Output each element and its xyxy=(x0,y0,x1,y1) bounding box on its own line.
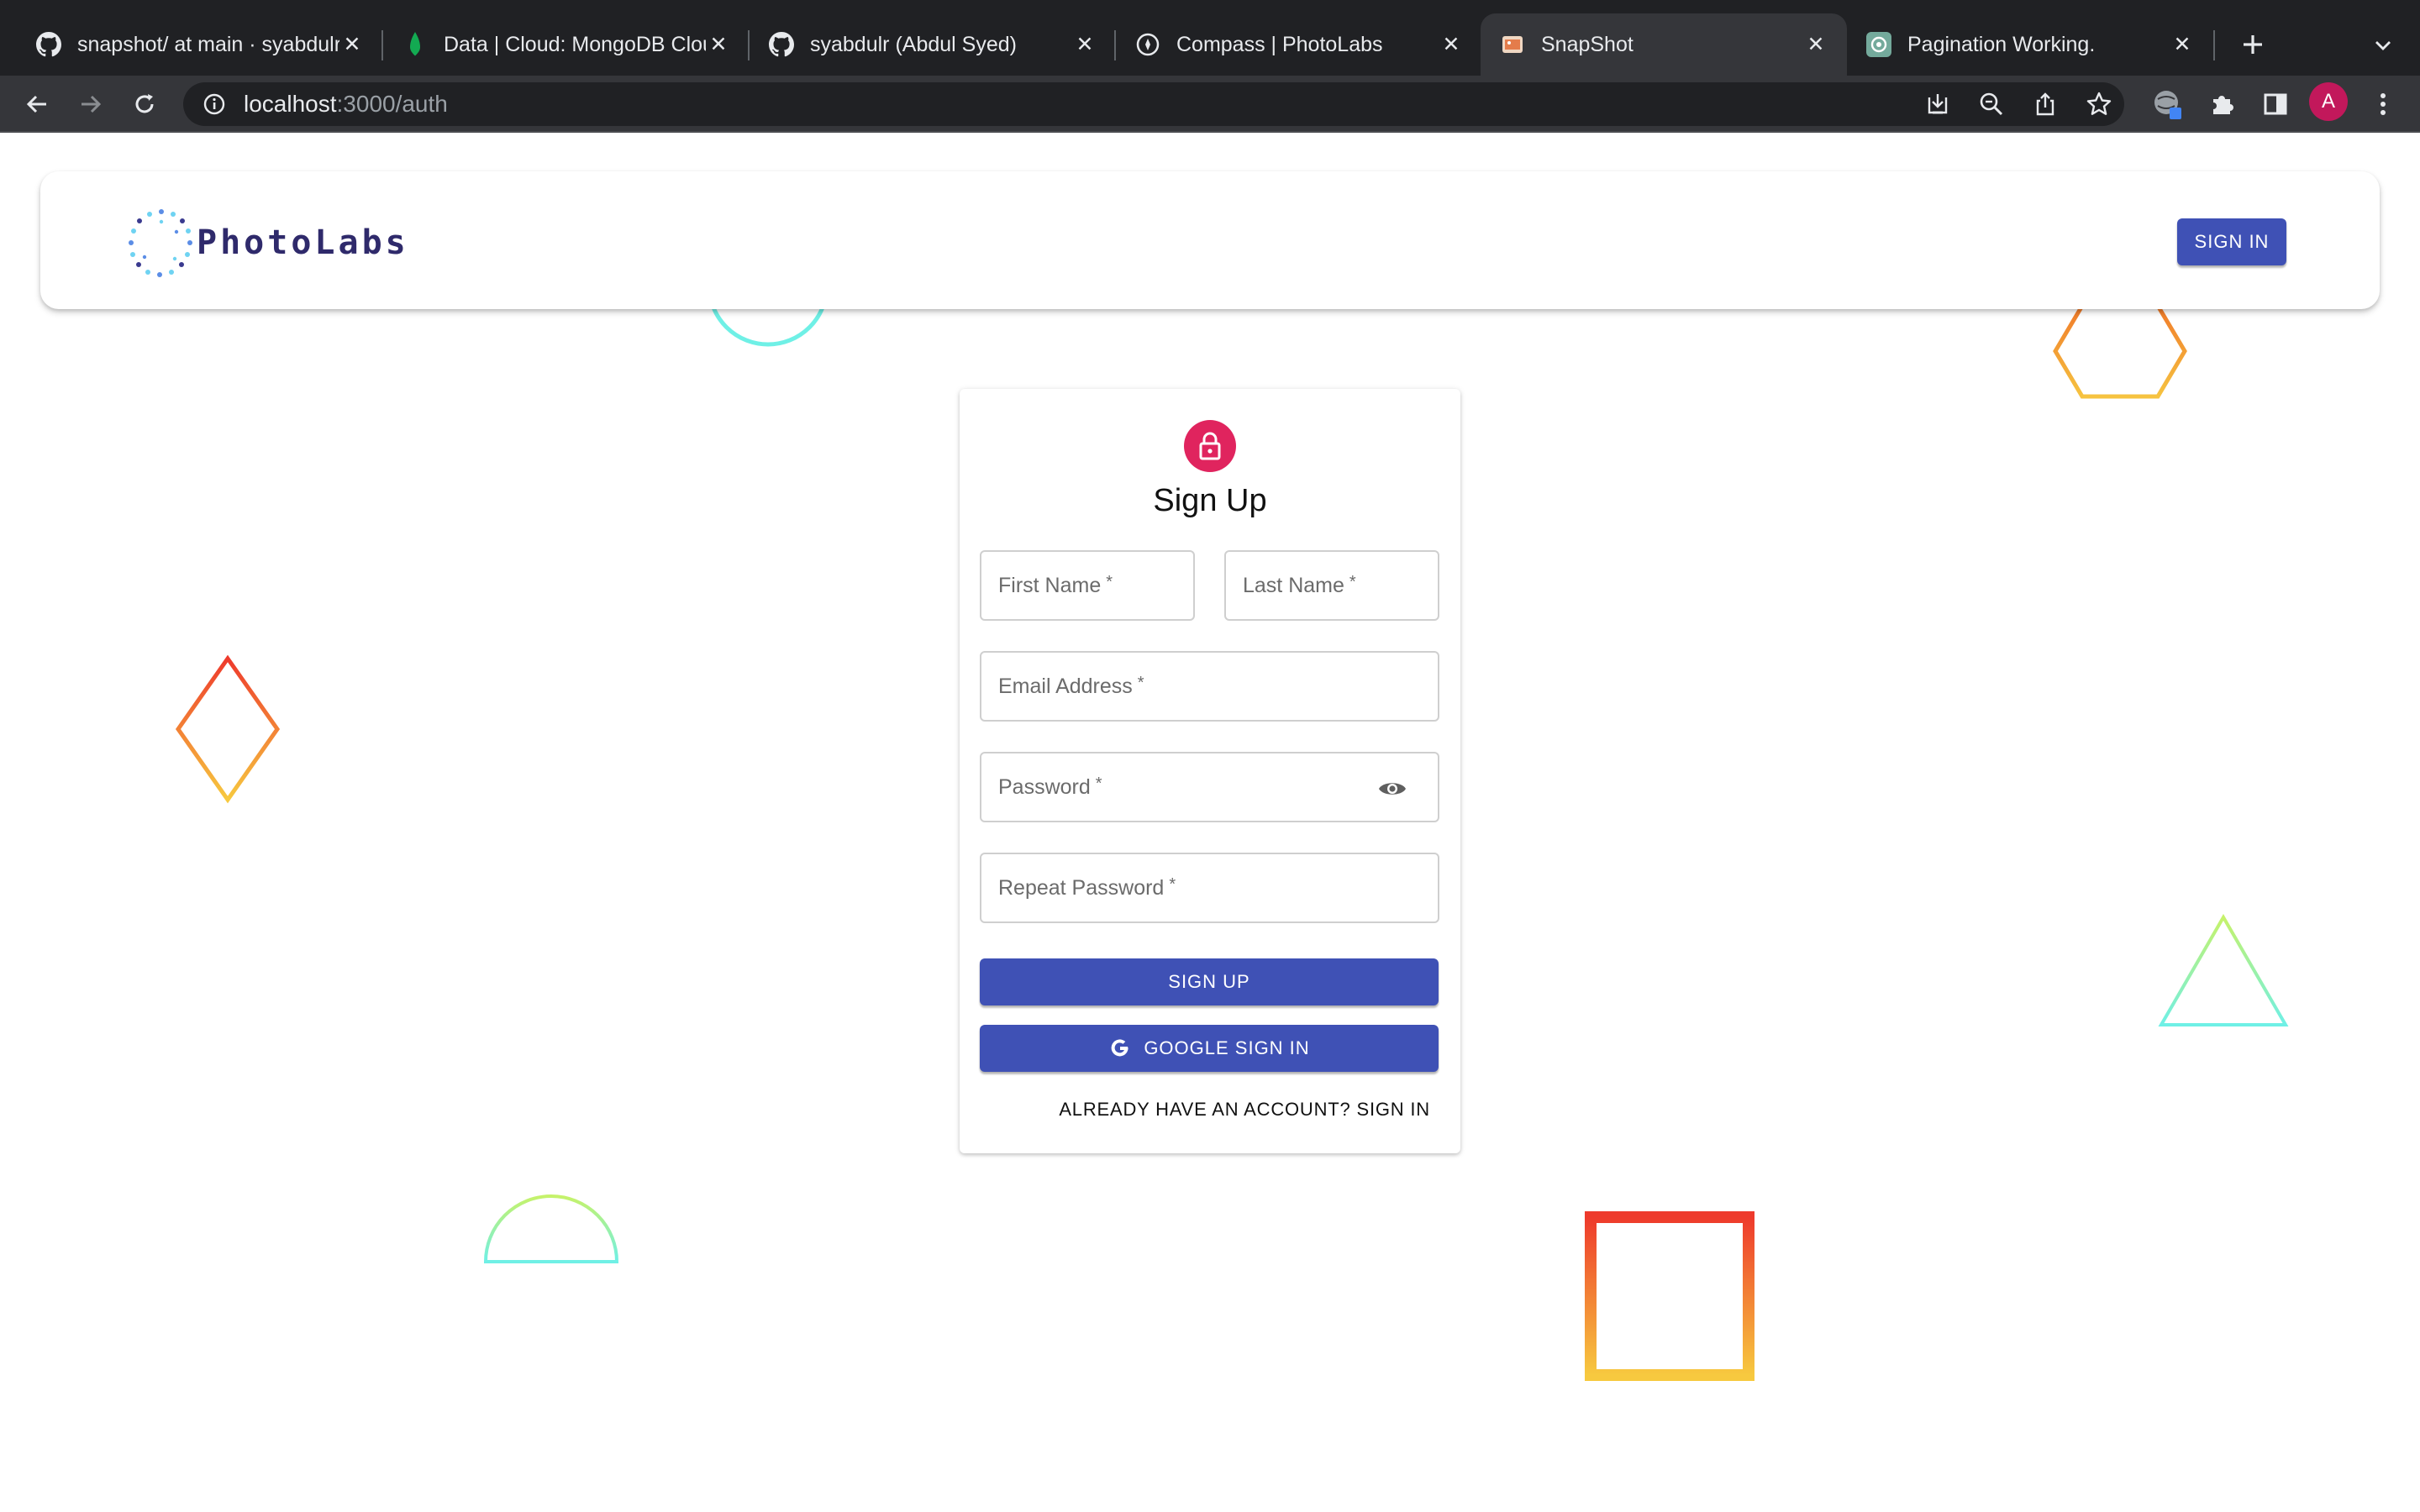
info-icon[interactable] xyxy=(200,90,229,118)
extension-globe-icon[interactable] xyxy=(2148,84,2188,124)
github-icon xyxy=(768,31,795,58)
browser-tab[interactable]: Compass | PhotoLabs ✕ xyxy=(1116,13,1482,76)
switch-to-sign-in-link[interactable]: Already have an account? Sign In xyxy=(1059,1099,1430,1121)
browser-tab[interactable]: snapshot/ at main · syabdulr/ ✕ xyxy=(17,13,383,76)
email-label: Email Address xyxy=(998,674,1133,698)
github-icon xyxy=(35,31,62,58)
sign-up-card: Sign Up First Name * Last Name * Email Add… xyxy=(960,389,1460,1153)
reload-button[interactable] xyxy=(123,82,166,126)
bookmark-star-icon[interactable] xyxy=(2079,84,2119,124)
decorative-hexagon xyxy=(2053,303,2187,399)
lock-avatar xyxy=(1184,420,1236,472)
arrow-left-icon xyxy=(26,95,46,113)
chatgpt-icon xyxy=(1865,31,1892,58)
close-icon[interactable]: ✕ xyxy=(1072,32,1097,57)
profile-avatar[interactable]: A xyxy=(2309,82,2348,121)
close-icon[interactable]: ✕ xyxy=(1803,32,1828,57)
close-icon[interactable]: ✕ xyxy=(2170,32,2195,57)
tab-title: snapshot/ at main · syabdulr/ xyxy=(77,32,339,56)
decorative-square xyxy=(1585,1211,1754,1381)
google-sign-in-label: Google Sign In xyxy=(1144,1037,1310,1058)
tab-title: SnapShot xyxy=(1541,32,1634,56)
decorative-diamond xyxy=(175,654,281,804)
zoom-icon[interactable] xyxy=(1971,84,2012,124)
tab-title: Pagination Working. xyxy=(1907,32,2096,56)
repeat-password-label: Repeat Password xyxy=(998,875,1165,900)
page-body: PhotoLabs Sign In Sign Up First Name * La… xyxy=(0,133,2420,1512)
form-title: Sign Up xyxy=(1153,483,1267,518)
password-label: Password xyxy=(998,774,1091,799)
browser-toolbar: localhost:3000/auth xyxy=(0,76,2420,133)
sign-up-button[interactable]: Sign Up xyxy=(980,958,1439,1005)
address-bar[interactable]: localhost:3000/auth xyxy=(183,82,2124,126)
email-field[interactable]: Email Address * xyxy=(980,651,1439,722)
decorative-triangle xyxy=(2158,914,2289,1026)
lock-icon xyxy=(1199,432,1221,460)
plus-icon xyxy=(2244,35,2262,54)
tab-divider xyxy=(2213,30,2215,60)
last-name-field[interactable]: Last Name * xyxy=(1224,550,1439,621)
close-icon[interactable]: ✕ xyxy=(1439,32,1464,57)
required-mark: * xyxy=(1106,572,1113,591)
tab-title: Data | Cloud: MongoDB Cloud xyxy=(444,32,706,56)
compass-icon xyxy=(1134,31,1161,58)
visibility-eye-icon[interactable] xyxy=(1376,772,1409,806)
tab-title: Compass | PhotoLabs xyxy=(1176,32,1383,56)
google-sign-in-button[interactable]: Google Sign In xyxy=(980,1025,1439,1072)
required-mark: * xyxy=(1349,572,1356,591)
password-field[interactable]: Password * xyxy=(980,752,1439,822)
side-panel-icon[interactable] xyxy=(2255,84,2296,124)
required-mark: * xyxy=(1169,874,1176,894)
browser-tab[interactable]: syabdulr (Abdul Syed) ✕ xyxy=(750,13,1116,76)
mongodb-leaf-icon xyxy=(402,31,429,58)
repeat-password-field[interactable]: Repeat Password * xyxy=(980,853,1439,923)
app-bar: PhotoLabs Sign In xyxy=(40,171,2380,309)
snapshot-icon xyxy=(1499,31,1526,58)
share-icon[interactable] xyxy=(2025,84,2065,124)
photolabs-logo-icon xyxy=(129,209,192,277)
install-app-icon[interactable] xyxy=(1918,84,1958,124)
last-name-label: Last Name xyxy=(1243,573,1344,597)
brand-name[interactable]: PhotoLabs xyxy=(197,223,409,262)
decorative-semicircle xyxy=(483,1194,619,1263)
back-button[interactable] xyxy=(15,82,59,126)
new-tab-button[interactable] xyxy=(2232,24,2274,66)
reload-icon xyxy=(135,94,154,113)
close-icon[interactable]: ✕ xyxy=(706,32,731,57)
arrow-right-icon xyxy=(82,95,102,113)
url-text: localhost:3000/auth xyxy=(244,91,448,117)
required-mark: * xyxy=(1095,774,1102,793)
required-mark: * xyxy=(1137,673,1144,692)
tab-search-button[interactable] xyxy=(2365,27,2402,64)
browser-tab[interactable]: Pagination Working. ✕ xyxy=(1847,13,2213,76)
first-name-label: First Name xyxy=(998,573,1102,597)
extensions-puzzle-icon[interactable] xyxy=(2202,84,2242,124)
first-name-field[interactable]: First Name * xyxy=(980,550,1195,621)
browser-tab-strip: snapshot/ at main · syabdulr/ ✕ Data | C… xyxy=(0,0,2420,76)
nav-sign-in-button[interactable]: Sign In xyxy=(2177,218,2286,265)
forward-button[interactable] xyxy=(69,82,113,126)
chevron-down-icon xyxy=(2375,41,2391,50)
more-vert-icon[interactable] xyxy=(2363,84,2403,124)
browser-tab-active[interactable]: SnapShot ✕ xyxy=(1481,13,1847,76)
google-icon xyxy=(1108,1037,1132,1060)
tab-title: syabdulr (Abdul Syed) xyxy=(810,32,1017,56)
browser-tab[interactable]: Data | Cloud: MongoDB Cloud ✕ xyxy=(383,13,750,76)
close-icon[interactable]: ✕ xyxy=(339,32,365,57)
